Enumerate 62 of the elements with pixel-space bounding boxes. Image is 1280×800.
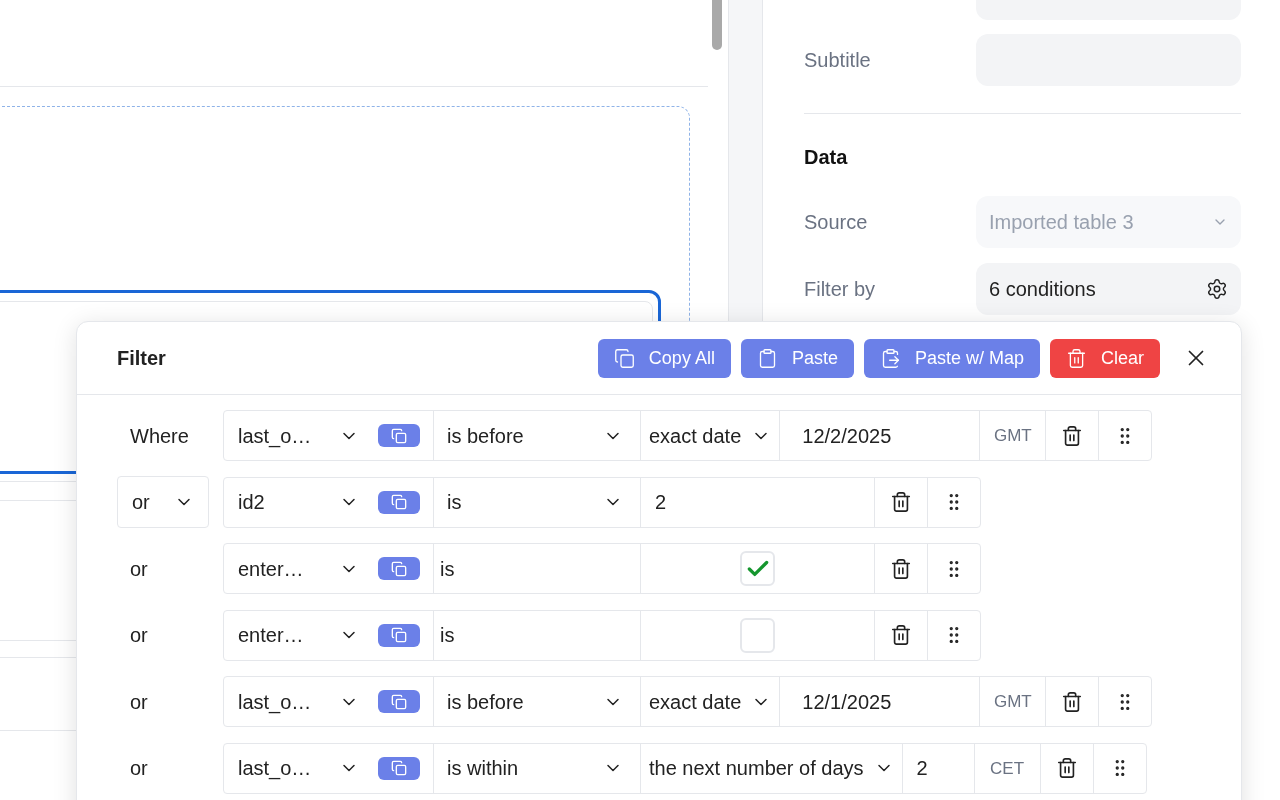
copy-field-button[interactable] bbox=[378, 424, 420, 447]
field-select[interactable]: id2 bbox=[224, 477, 433, 527]
trash-icon bbox=[890, 624, 912, 647]
paste-button[interactable]: Paste bbox=[740, 338, 854, 378]
copy-icon bbox=[391, 627, 407, 644]
gear-icon bbox=[1206, 278, 1228, 300]
field-select[interactable]: enter… bbox=[224, 544, 433, 594]
connector-label: or bbox=[129, 756, 148, 782]
connector-label: Where bbox=[129, 423, 189, 449]
field-label: Source bbox=[804, 210, 869, 235]
copy-icon bbox=[391, 427, 407, 444]
mode-select[interactable]: the next number of days bbox=[640, 743, 902, 793]
operator-select[interactable]: is bbox=[433, 477, 640, 527]
copy-all-button[interactable]: Copy All bbox=[597, 338, 731, 378]
operator-select[interactable]: is before bbox=[433, 411, 640, 460]
checkbox[interactable] bbox=[740, 617, 775, 653]
value-input[interactable]: 2 bbox=[901, 743, 974, 793]
trash-icon bbox=[1061, 424, 1084, 447]
trash-icon bbox=[1066, 347, 1087, 369]
field-select[interactable]: last_o… bbox=[224, 743, 433, 793]
filter-by-field[interactable]: 6 conditions bbox=[976, 263, 1241, 315]
operator-select[interactable]: is bbox=[433, 610, 640, 660]
copy-field-button[interactable] bbox=[378, 623, 420, 647]
field-select[interactable]: enter… bbox=[224, 610, 433, 660]
timezone-label[interactable]: CET bbox=[973, 743, 1040, 793]
trash-icon bbox=[890, 491, 912, 514]
trash-icon bbox=[1061, 690, 1084, 713]
timezone-label[interactable]: GMT bbox=[979, 677, 1046, 727]
connector-label: or bbox=[129, 623, 148, 649]
date-input[interactable]: 12/2/2025 bbox=[779, 411, 980, 460]
date-input[interactable]: 12/1/2025 bbox=[779, 677, 980, 727]
copy-icon bbox=[391, 693, 407, 710]
operator-select[interactable]: is bbox=[433, 544, 640, 594]
mode-select[interactable]: exact date bbox=[640, 677, 780, 727]
connector-select[interactable]: or bbox=[117, 476, 209, 529]
copy-icon bbox=[391, 560, 407, 577]
dialog-title: Filter bbox=[117, 346, 166, 371]
copy-icon bbox=[613, 347, 635, 369]
copy-icon bbox=[391, 494, 407, 511]
checkbox[interactable] bbox=[740, 551, 775, 587]
trash-icon bbox=[890, 557, 912, 580]
copy-field-button[interactable] bbox=[378, 756, 420, 780]
field-label: Filter by bbox=[804, 277, 877, 302]
copy-field-button[interactable] bbox=[378, 490, 420, 514]
timezone-label[interactable]: GMT bbox=[979, 411, 1046, 460]
copy-field-button[interactable] bbox=[378, 690, 420, 714]
scrollbar-thumb[interactable] bbox=[712, 0, 722, 50]
connector-label: or bbox=[129, 556, 148, 582]
clear-button[interactable]: Clear bbox=[1050, 338, 1160, 378]
copy-field-button[interactable] bbox=[378, 557, 420, 581]
field-select[interactable]: last_o… bbox=[224, 411, 433, 460]
copy-icon bbox=[391, 760, 407, 777]
connector-label: or bbox=[129, 689, 148, 715]
field-select[interactable]: last_o… bbox=[224, 677, 433, 727]
operator-select[interactable]: is within bbox=[433, 743, 640, 793]
paste-map-button[interactable]: Paste w/ Map bbox=[863, 338, 1040, 378]
operator-select[interactable]: is before bbox=[433, 677, 640, 727]
field-label: Subtitle bbox=[804, 48, 872, 73]
trash-icon bbox=[1055, 757, 1078, 780]
mode-select[interactable]: exact date bbox=[640, 411, 780, 460]
section-title: Data bbox=[804, 145, 849, 170]
value-input[interactable]: 2 bbox=[640, 477, 874, 527]
